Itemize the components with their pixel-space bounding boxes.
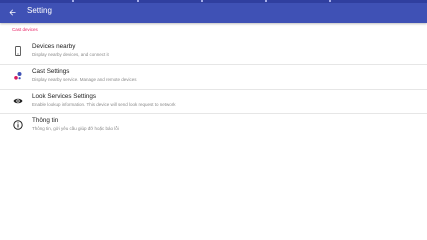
info-icon (13, 120, 23, 130)
arrow-back-icon (9, 9, 15, 15)
section-header: Cast devices (12, 27, 38, 32)
status-bar (0, 0, 427, 3)
list-item-info[interactable]: Thông tin Thông tin, gởi yêu cầu giúp đỡ… (0, 114, 427, 138)
list-item-devices-nearby[interactable]: Devices nearby Display nearby devices, a… (0, 40, 427, 64)
eye-icon (13, 96, 23, 106)
list-item-look-services-settings[interactable]: Look Services Settings Enable lookup inf… (0, 90, 427, 114)
phone-icon (13, 46, 23, 56)
status-indicator (72, 0, 74, 2)
item-title: Cast Settings (32, 68, 70, 75)
cast-settings-icon (13, 71, 23, 81)
status-indicator (137, 0, 139, 2)
list-item-cast-settings[interactable]: Cast Settings Display nearby service. Ma… (0, 65, 427, 89)
item-title: Thông tin (32, 117, 59, 124)
item-title: Devices nearby (32, 43, 76, 50)
status-indicator (265, 0, 267, 2)
page-title: Setting (27, 6, 52, 15)
item-summary: Display nearby service. Manage and remot… (32, 77, 137, 82)
app-bar (0, 0, 427, 23)
back-button[interactable] (4, 4, 20, 20)
item-summary: Display nearby devices, and connect it (32, 52, 109, 57)
item-summary: Thông tin, gởi yêu cầu giúp đỡ hoặc báo … (32, 126, 119, 131)
status-indicator (201, 0, 203, 2)
status-indicator (329, 0, 331, 2)
item-summary: Enable lookup information. This device w… (32, 102, 176, 107)
item-title: Look Services Settings (32, 93, 97, 100)
